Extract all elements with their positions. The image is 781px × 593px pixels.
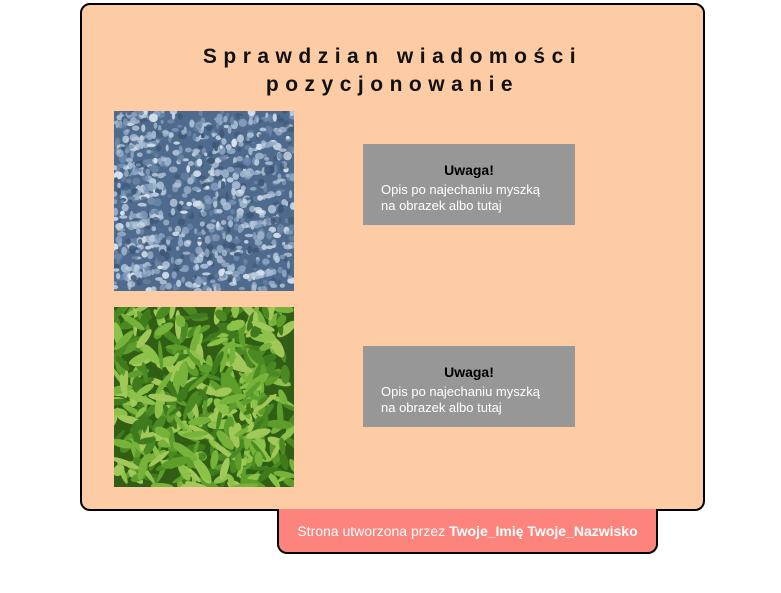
note-text-line-1: Opis po najechaniu myszką xyxy=(381,384,540,399)
page-title: Sprawdzian wiadomości pozycjonowanie xyxy=(82,43,703,99)
note-text-line-2: na obrazek albo tutaj xyxy=(381,400,502,415)
footer: Strona utworzona przez Twoje_Imię Twoje_… xyxy=(277,509,658,554)
carpet-texture-image[interactable] xyxy=(114,111,294,291)
info-note-2[interactable]: Uwaga! Opis po najechaniu myszką na obra… xyxy=(363,346,575,427)
footer-author: Twoje_Imię Twoje_Nazwisko xyxy=(449,523,638,539)
note-text: Opis po najechaniu myszką na obrazek alb… xyxy=(381,182,561,214)
main-panel: Sprawdzian wiadomości pozycjonowanie Uwa… xyxy=(80,3,705,511)
grass-texture-image[interactable] xyxy=(114,307,294,487)
footer-prefix: Strona utworzona przez xyxy=(297,523,450,539)
note-text: Opis po najechaniu myszką na obrazek alb… xyxy=(381,384,561,416)
note-heading: Uwaga! xyxy=(444,162,494,178)
page-title-line-2: pozycjonowanie xyxy=(265,73,520,96)
note-text-line-1: Opis po najechaniu myszką xyxy=(381,182,540,197)
note-heading: Uwaga! xyxy=(444,364,494,380)
info-note-1[interactable]: Uwaga! Opis po najechaniu myszką na obra… xyxy=(363,144,575,225)
page-title-line-1: Sprawdzian wiadomości xyxy=(202,45,583,68)
note-text-line-2: na obrazek albo tutaj xyxy=(381,198,502,213)
